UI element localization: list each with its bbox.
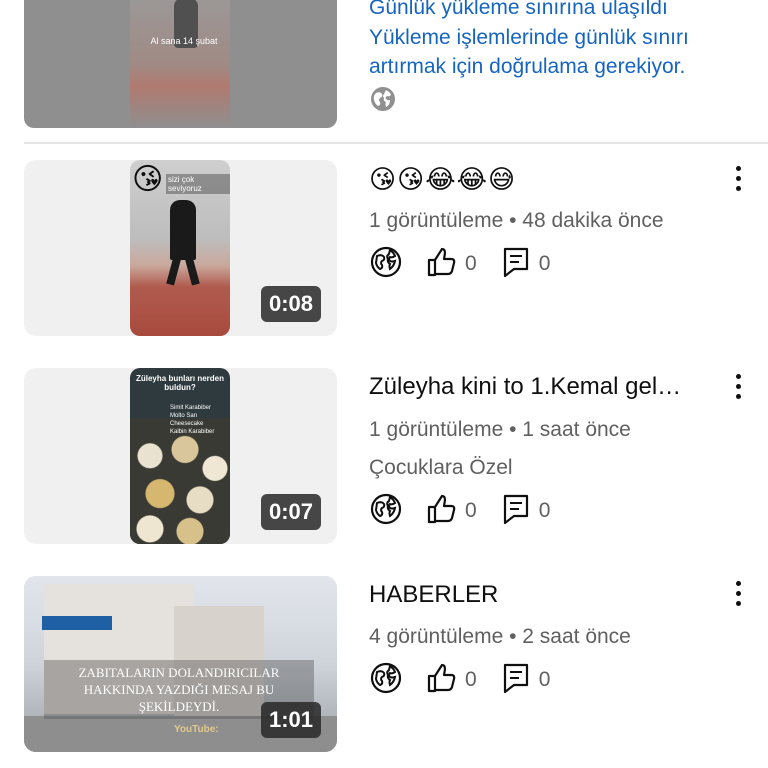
more-options-button[interactable]	[726, 576, 750, 610]
video-duration: 0:07	[260, 494, 321, 530]
thumbnail-list: Simit Karabiber Molto Sarı Cheesecake Ka…	[170, 405, 215, 435]
thumbnail-caption: Al sana 14 şubat	[150, 36, 218, 46]
video-meta: 4 görüntüleme • 2 saat önce	[369, 625, 631, 648]
video-thumbnail-2[interactable]: Züleyha bunları nerden buldun? Simit Kar…	[24, 368, 337, 544]
thumbnail-watermark: YouTube:	[174, 724, 219, 735]
thumbnail-image: Züleyha bunları nerden buldun? Simit Kar…	[130, 368, 230, 544]
comment-count: 0	[538, 668, 551, 691]
video-stats: 0 0	[369, 493, 574, 529]
comment-icon[interactable]	[501, 493, 531, 530]
globe-outline-icon[interactable]	[369, 661, 403, 700]
upload-limit-warning-line-2: Yükleme işlemlerinde günlük sınırı	[369, 26, 689, 49]
video-stats: 0 0	[369, 662, 574, 698]
thumbs-up-icon[interactable]	[425, 493, 457, 530]
globe-outline-icon[interactable]	[369, 492, 403, 531]
more-options-button[interactable]	[726, 369, 750, 403]
thumbnail-caption: Züleyha bunları nerden buldun?	[135, 374, 224, 392]
video-meta: 1 görüntüleme • 48 dakika önce	[369, 209, 664, 232]
like-count: 0	[465, 668, 477, 691]
comment-icon[interactable]	[501, 662, 531, 699]
thumbs-up-icon[interactable]	[425, 662, 457, 699]
like-count: 0	[465, 499, 477, 522]
video-duration: 1:01	[260, 702, 321, 738]
comment-icon[interactable]	[501, 246, 531, 283]
thumbnail-cookies	[130, 418, 230, 544]
video-stats: 0 0	[369, 246, 574, 282]
video-title[interactable]: Züleyha kini to 1.Kemal gel…	[369, 373, 719, 401]
thumbnail-caption: sizi çok seviyoruz	[166, 174, 230, 194]
thumbnail-person	[170, 200, 196, 260]
kiss-emoji: 😘	[132, 163, 164, 196]
thumbs-up-icon[interactable]	[425, 246, 457, 283]
comment-count: 0	[538, 499, 551, 522]
video-title[interactable]: 😘😘😂😂😅	[369, 164, 719, 195]
video-meta: 1 görüntüleme • 1 saat önce	[369, 418, 631, 441]
globe-icon	[369, 85, 397, 113]
thumbnail-person-leg	[166, 254, 182, 286]
thumbnail-sign	[42, 616, 112, 630]
more-options-button[interactable]	[726, 161, 750, 195]
video-thumbnail-1[interactable]: 😘 sizi çok seviyoruz 0:08	[24, 160, 337, 336]
playlist-name[interactable]: Çocuklara Özel	[369, 456, 513, 480]
video-title[interactable]: HABERLER	[369, 581, 719, 609]
upload-limit-warning-line-1: Günlük yükleme sınırına ulaşıldı	[369, 0, 668, 19]
section-divider	[24, 142, 768, 144]
upload-limit-warning-line-3: artırmak için doğrulama gerekiyor.	[369, 55, 686, 78]
video-duration: 0:08	[260, 286, 321, 322]
thumbnail-person-leg	[184, 254, 200, 286]
like-count: 0	[465, 252, 477, 275]
comment-count: 0	[538, 252, 551, 275]
video-thumbnail-3[interactable]: ZABITALARIN DOLANDIRICILAR HAKKINDA YAZD…	[24, 576, 337, 752]
top-video-thumbnail[interactable]: Al sana 14 şubat	[24, 0, 337, 128]
globe-outline-icon[interactable]	[369, 245, 403, 284]
thumbnail-image: 😘 sizi çok seviyoruz	[130, 160, 230, 336]
